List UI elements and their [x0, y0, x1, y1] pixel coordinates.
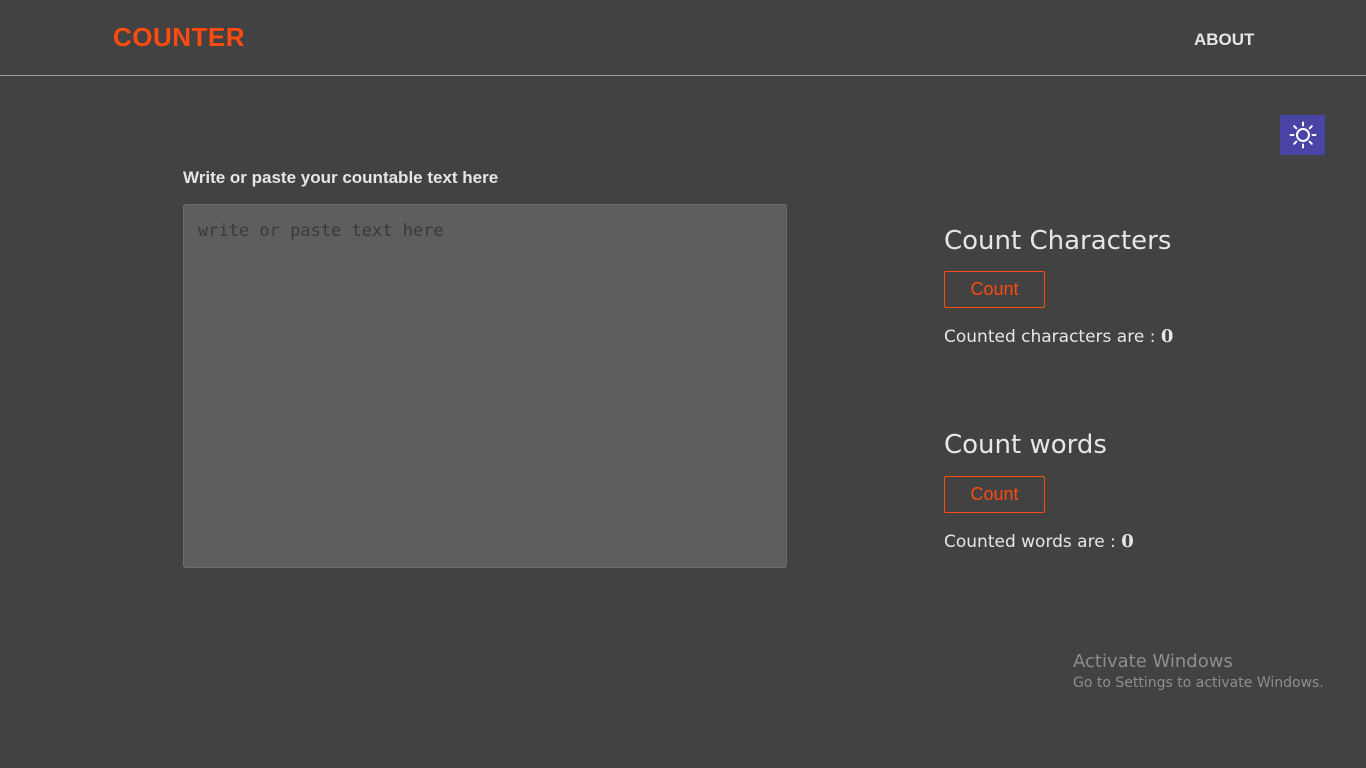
- words-result-label: Counted words are :: [944, 532, 1116, 552]
- count-characters-button[interactable]: Count: [944, 271, 1045, 308]
- count-words-button[interactable]: Count: [944, 476, 1045, 513]
- activate-windows-watermark: Activate Windows Go to Settings to activ…: [1073, 651, 1324, 691]
- count-words-heading: Count words: [944, 430, 1107, 460]
- nav-about-link[interactable]: ABOUT: [1194, 30, 1254, 50]
- sun-icon: [1289, 121, 1316, 149]
- count-characters-heading: Count Characters: [944, 226, 1172, 256]
- watermark-title: Activate Windows: [1073, 651, 1233, 672]
- text-input[interactable]: [183, 204, 787, 568]
- words-result-value: 0: [1121, 531, 1134, 552]
- characters-result-value: 0: [1160, 326, 1174, 347]
- logo-link[interactable]: COUNTER: [113, 22, 245, 53]
- theme-toggle-button[interactable]: [1280, 115, 1325, 155]
- characters-result-label: Counted characters are :: [944, 327, 1156, 347]
- navbar: COUNTER ABOUT: [0, 0, 1366, 76]
- editor-label: Write or paste your countable text here: [183, 168, 499, 187]
- characters-result: Counted characters are : 0: [944, 326, 1173, 347]
- words-result: Counted words are : 0: [944, 531, 1134, 552]
- watermark-subtitle: Go to Settings to activate Windows.: [1073, 675, 1324, 691]
